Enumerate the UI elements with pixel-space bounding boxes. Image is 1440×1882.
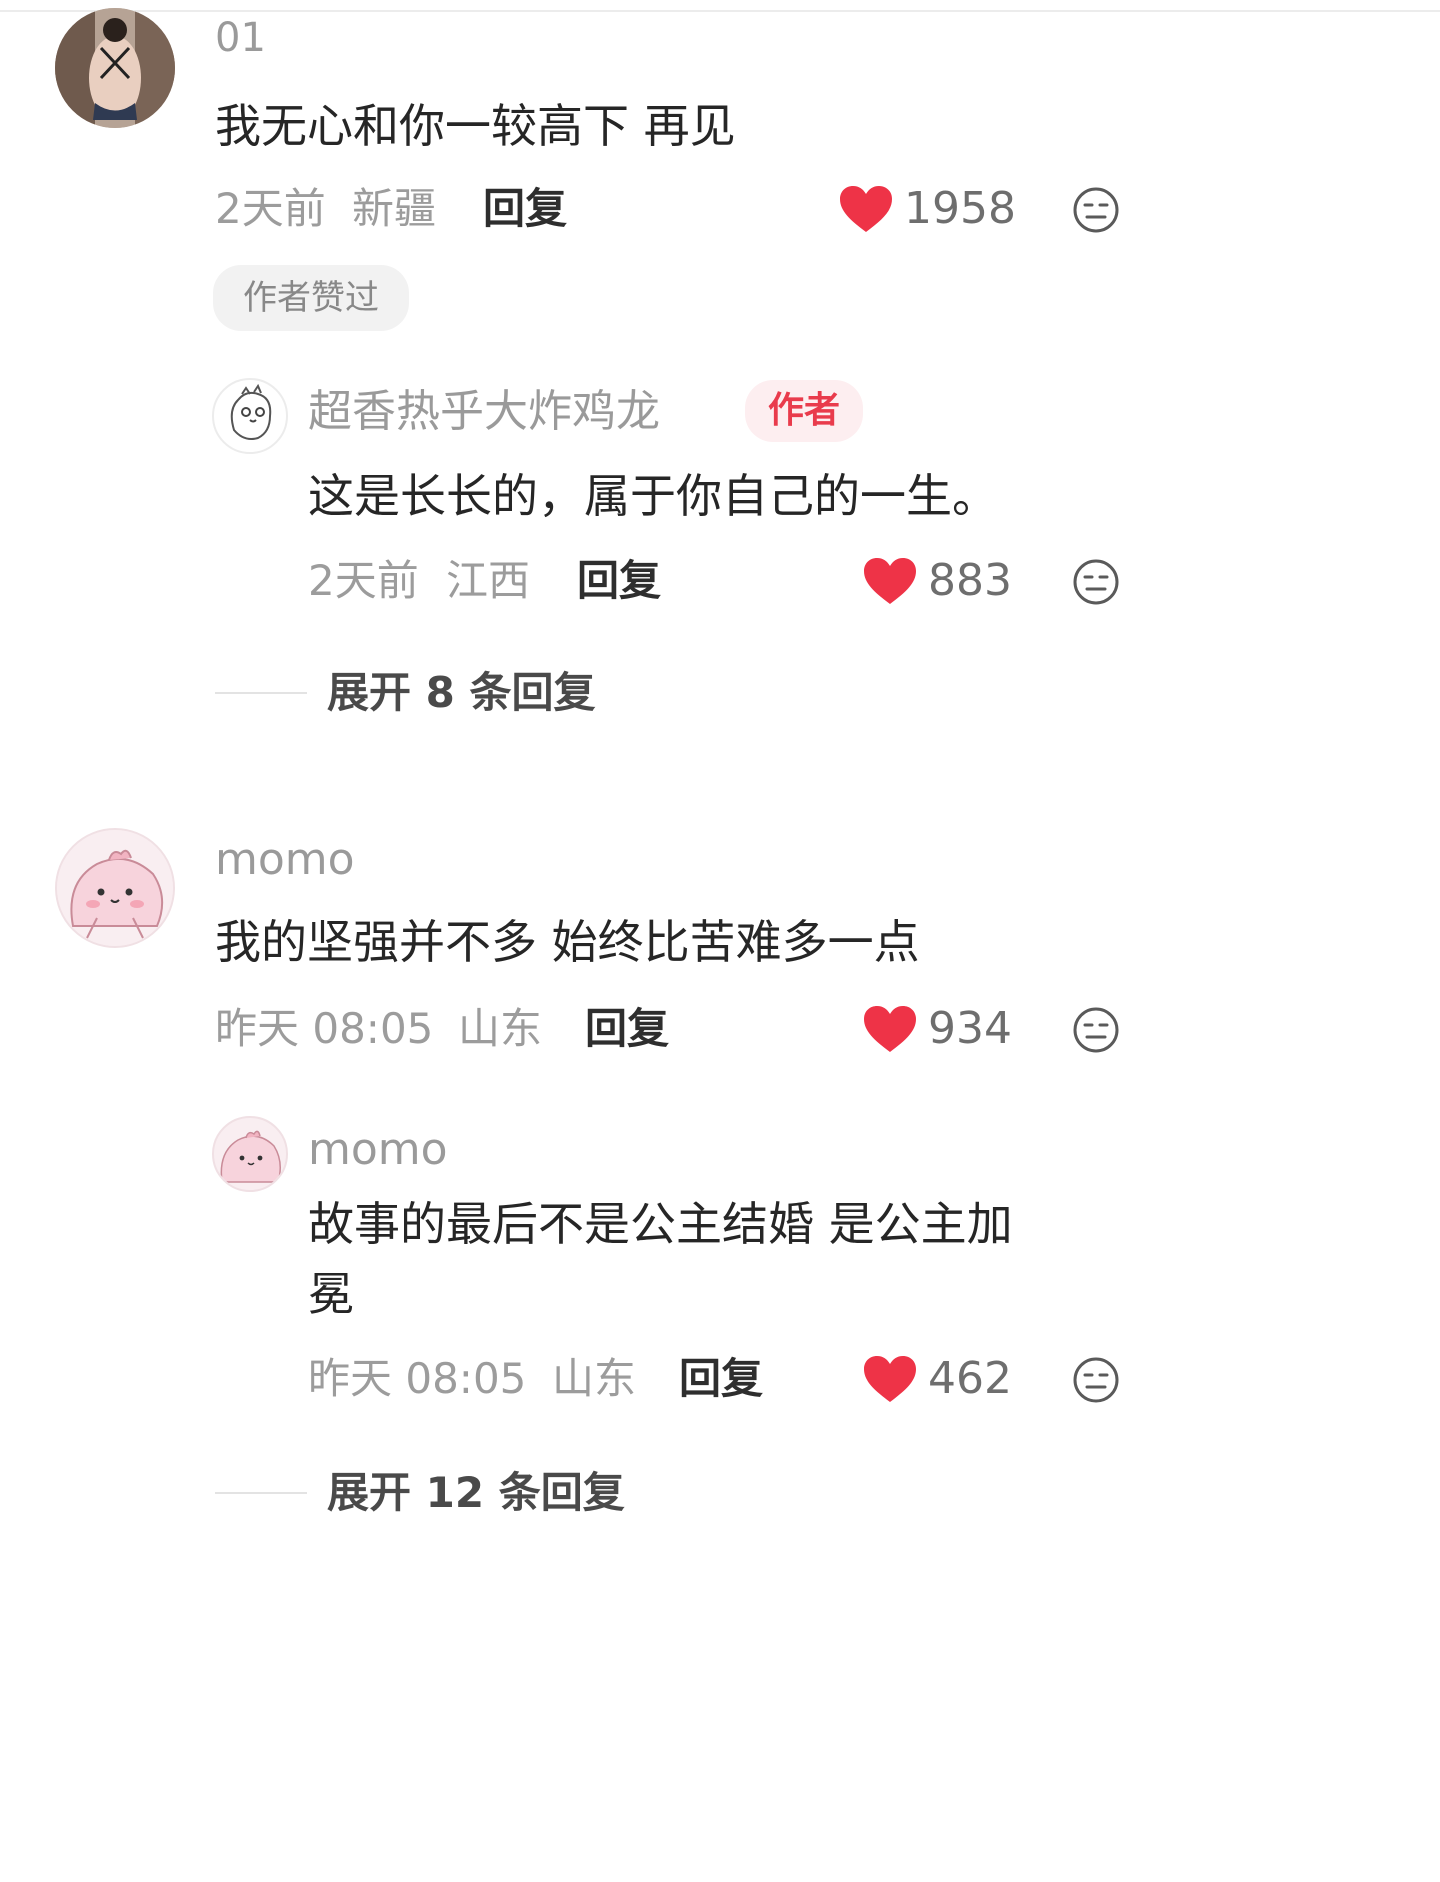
like-button[interactable]: 883 [862, 556, 1012, 606]
like-count: 883 [928, 555, 1012, 606]
heart-icon [864, 1356, 916, 1402]
neutral-face-icon [1073, 1007, 1119, 1053]
like-button[interactable]: 1958 [838, 184, 1016, 234]
comment-time: 昨天 08:05 [215, 1004, 434, 1053]
reply-button[interactable]: 回复 [577, 560, 661, 602]
dislike-button[interactable] [1072, 186, 1120, 238]
expand-replies-button[interactable]: 展开 12 条回复 [215, 1472, 625, 1514]
comment-time: 2天前 [215, 184, 326, 233]
neutral-face-icon [1073, 1357, 1119, 1403]
comment-username[interactable]: 01 [215, 18, 266, 58]
reply-location: 山东 [552, 1354, 637, 1403]
reply-username[interactable]: momo [308, 1128, 448, 1172]
comment-username[interactable]: momo [215, 838, 355, 882]
neutral-face-icon [1073, 187, 1119, 233]
dislike-button[interactable] [1072, 1356, 1120, 1408]
reply-location: 江西 [446, 556, 531, 605]
reply-avatar[interactable] [212, 1116, 288, 1192]
like-count: 1958 [904, 183, 1016, 234]
reply-time: 昨天 08:05 [308, 1354, 527, 1403]
reply-text-line1: 故事的最后不是公主结婚 是公主加 [308, 1197, 1013, 1251]
expand-replies-label: 展开 12 条回复 [327, 1468, 625, 1517]
dislike-button[interactable] [1072, 1006, 1120, 1058]
expand-divider [215, 1492, 307, 1494]
like-button[interactable]: 462 [862, 1354, 1012, 1404]
comment-text: 我无心和你一较高下 再见 [215, 99, 736, 153]
like-count: 462 [928, 1353, 1012, 1404]
reply-button[interactable]: 回复 [483, 188, 567, 230]
reply-time: 2天前 [308, 556, 419, 605]
dislike-button[interactable] [1072, 558, 1120, 610]
reply-text: 这是长长的，属于你自己的一生。 [308, 469, 998, 523]
author-badge: 作者 [745, 380, 863, 442]
author-liked-badge: 作者赞过 [213, 265, 409, 331]
expand-divider [215, 692, 307, 694]
reply-button[interactable]: 回复 [585, 1008, 669, 1050]
like-count: 934 [928, 1003, 1012, 1054]
reply-avatar[interactable] [212, 378, 288, 454]
heart-icon [840, 186, 892, 232]
avatar[interactable] [55, 8, 175, 128]
like-button[interactable]: 934 [862, 1004, 1012, 1054]
pink-blob-avatar-icon [57, 830, 173, 946]
cartoon-dino-avatar-icon [230, 383, 272, 440]
pink-blob-avatar-icon [220, 1130, 281, 1183]
expand-replies-label: 展开 8 条回复 [327, 668, 596, 717]
neutral-face-icon [1073, 559, 1119, 605]
comment-text: 我的坚强并不多 始终比苦难多一点 [215, 915, 920, 969]
heart-icon [864, 1006, 916, 1052]
heart-icon [864, 558, 916, 604]
top-divider [0, 10, 1440, 12]
comment-location: 山东 [458, 1004, 543, 1053]
photo-avatar-icon [55, 8, 175, 128]
reply-button[interactable]: 回复 [679, 1358, 763, 1400]
reply-username[interactable]: 超香热乎大炸鸡龙 [308, 390, 660, 434]
comment-location: 新疆 [352, 184, 437, 233]
expand-replies-button[interactable]: 展开 8 条回复 [215, 672, 595, 714]
avatar[interactable] [55, 828, 175, 948]
reply-text-line2: 冕 [308, 1267, 354, 1321]
